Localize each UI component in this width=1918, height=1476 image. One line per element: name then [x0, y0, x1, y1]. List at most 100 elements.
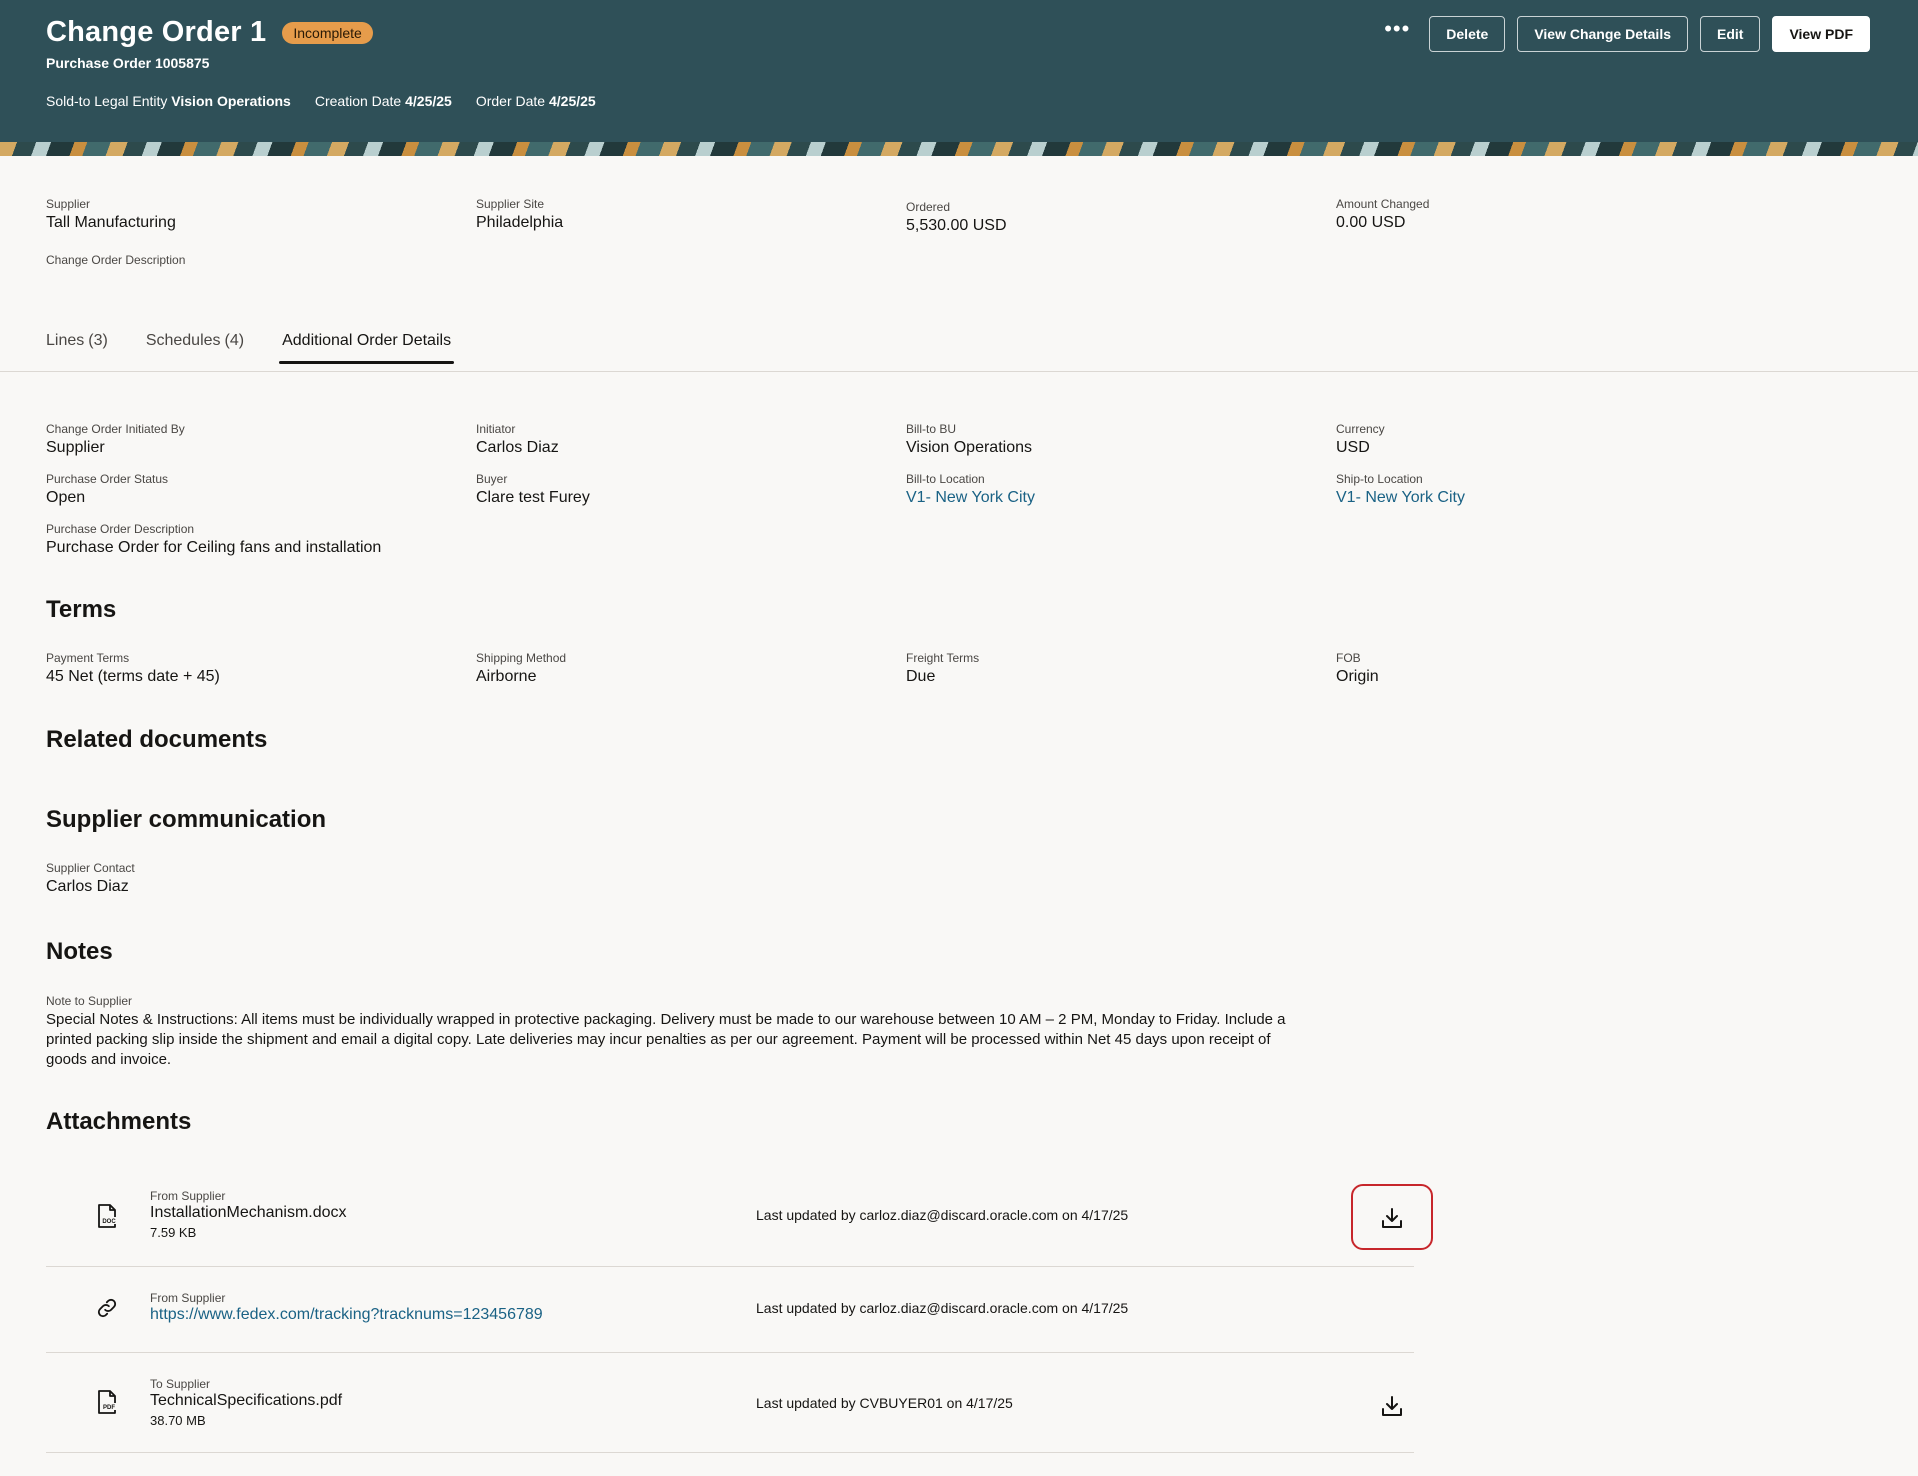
meta-label: Order Date: [475, 93, 546, 109]
field-label: FOB: [1336, 651, 1361, 665]
field-label: Payment Terms: [46, 651, 130, 665]
tab-schedules[interactable]: Schedules (4): [146, 332, 244, 360]
header-meta: Sold-to Legal Entity Vision Operations C…: [46, 93, 596, 109]
supplier-contact-field: Supplier Contact Carlos Diaz: [46, 861, 135, 897]
tab-label: Additional Order Details: [282, 332, 452, 349]
attachment-row: PDF To Supplier TechnicalSpecifications.…: [46, 1354, 1414, 1453]
meta-value: Vision Operations: [171, 93, 291, 109]
attachment-updated: Last updated by carloz.diaz@discard.orac…: [756, 1207, 1129, 1223]
ship-to-location-link[interactable]: V1- New York City: [1336, 488, 1465, 508]
field-value: Supplier: [46, 439, 105, 456]
tabs-divider: [0, 371, 1918, 372]
page-title: Change Order 1: [46, 16, 267, 48]
attachment-size: 7.59 KB: [150, 1225, 197, 1240]
attachment-updated: Last updated by CVBUYER01 on 4/17/25: [756, 1395, 1013, 1411]
tab-lines[interactable]: Lines (3): [46, 332, 108, 360]
view-pdf-button[interactable]: View PDF: [1772, 16, 1870, 52]
meta-label: Creation Date: [314, 93, 402, 109]
attachment-url-link[interactable]: https://www.fedex.com/tracking?tracknums…: [150, 1306, 543, 1324]
note-to-supplier-label: Note to Supplier: [46, 994, 133, 1008]
attachment-name: InstallationMechanism.docx: [150, 1204, 347, 1221]
attachment-row: From Supplier https://www.fedex.com/trac…: [46, 1268, 1414, 1353]
meta-legal-entity: Sold-to Legal Entity Vision Operations: [46, 93, 291, 109]
attachment-updated: Last updated by carloz.diaz@discard.orac…: [756, 1300, 1129, 1316]
tab-count: (3): [88, 332, 108, 349]
po-description-field: Purchase Order Description Purchase Orde…: [46, 522, 381, 558]
field-label: Ship-to Location: [1336, 472, 1423, 486]
delete-button[interactable]: Delete: [1429, 16, 1506, 52]
title-row: Change Order 1 Incomplete: [46, 16, 373, 49]
supplier-site-field: Supplier Site Philadelphia: [476, 197, 563, 233]
po-status-field: Purchase Order Status Open: [46, 472, 168, 508]
attachment-row: DOC From Supplier InstallationMechanism.…: [46, 1168, 1414, 1267]
related-documents-heading: Related documents: [46, 726, 268, 753]
field-label: Freight Terms: [906, 651, 980, 665]
field-value: Philadelphia: [476, 214, 564, 231]
page-header: Change Order 1 Incomplete Purchase Order…: [0, 0, 1918, 156]
currency-field: Currency USD: [1336, 422, 1385, 458]
fob-field: FOB Origin: [1336, 651, 1379, 687]
tab-bar: Lines (3) Schedules (4) Additional Order D…: [46, 332, 455, 364]
more-actions-button[interactable]: •••: [1377, 18, 1417, 49]
header-decorative-band: [0, 142, 1918, 156]
tab-label: Schedules: [145, 332, 221, 349]
attachment-source: To Supplier: [150, 1377, 211, 1391]
field-label: Purchase Order Description: [46, 522, 195, 536]
shipping-method-field: Shipping Method Airborne: [476, 651, 566, 687]
header-actions: ••• Delete View Change Details Edit View…: [1377, 16, 1870, 52]
field-value: Tall Manufacturing: [46, 214, 176, 231]
payment-terms-field: Payment Terms 45 Net (terms date + 45): [46, 651, 220, 687]
attachment-size: 38.70 MB: [150, 1413, 206, 1428]
field-value: Clare test Furey: [476, 489, 590, 506]
field-value: Purchase Order for Ceiling fans and inst…: [46, 539, 382, 556]
note-to-supplier-label-wrap: Note to Supplier: [46, 994, 132, 1008]
field-value: Origin: [1336, 668, 1379, 685]
download-button[interactable]: [1376, 1390, 1408, 1422]
download-icon: [1382, 1396, 1402, 1416]
field-label: Shipping Method: [476, 651, 567, 665]
meta-label: Sold-to Legal Entity: [46, 93, 168, 109]
field-label: Supplier Site: [476, 197, 545, 211]
field-label: Bill-to Location: [906, 472, 985, 486]
field-label: Supplier Contact: [46, 861, 135, 875]
field-label: Purchase Order Status: [46, 472, 169, 486]
bill-to-bu-field: Bill-to BU Vision Operations: [906, 422, 1032, 458]
buyer-field: Buyer Clare test Furey: [476, 472, 590, 508]
field-label: Ordered: [906, 200, 951, 214]
attachment-source: From Supplier: [150, 1291, 226, 1305]
svg-text:PDF: PDF: [103, 1405, 115, 1411]
pdf-file-icon: PDF: [98, 1390, 117, 1414]
view-change-details-button[interactable]: View Change Details: [1517, 16, 1688, 52]
download-highlight-outline: [1351, 1184, 1433, 1250]
note-to-supplier-text: Special Notes & Instructions: All items …: [46, 1011, 1286, 1068]
initiator-field: Initiator Carlos Diaz: [476, 422, 559, 458]
ship-to-location-field: Ship-to Location V1- New York City: [1336, 472, 1465, 508]
field-value: Open: [46, 489, 86, 506]
field-value: Due: [906, 668, 936, 685]
notes-heading: Notes: [46, 938, 113, 965]
field-label: Buyer: [476, 472, 508, 486]
meta-creation-date: Creation Date 4/25/25: [315, 93, 452, 109]
field-label: Change Order Description: [46, 253, 186, 267]
edit-button[interactable]: Edit: [1700, 16, 1761, 52]
field-label: Currency: [1336, 422, 1385, 436]
field-value: 0.00 USD: [1336, 214, 1406, 231]
change-order-description-field: Change Order Description: [46, 253, 185, 269]
status-badge: Incomplete: [282, 21, 373, 44]
meta-value: 4/25/25: [548, 93, 596, 109]
field-label: Bill-to BU: [906, 422, 957, 436]
field-label: Initiator: [476, 422, 516, 436]
initiated-by-field: Change Order Initiated By Supplier: [46, 422, 185, 458]
field-value: Airborne: [476, 668, 537, 685]
svg-text:DOC: DOC: [102, 1219, 116, 1225]
field-value: Carlos Diaz: [476, 439, 559, 456]
meta-order-date: Order Date 4/25/25: [476, 93, 596, 109]
supplier-communication-heading: Supplier communication: [46, 806, 327, 833]
field-value: 5,530.00 USD: [906, 217, 1007, 234]
tab-additional-order-details[interactable]: Additional Order Details: [279, 332, 455, 364]
field-label: Amount Changed: [1336, 197, 1430, 211]
doc-file-icon: DOC: [98, 1204, 117, 1228]
bill-to-location-link[interactable]: V1- New York City: [906, 488, 1035, 508]
amount-changed-field: Amount Changed 0.00 USD: [1336, 197, 1429, 233]
bill-to-location-field: Bill-to Location V1- New York City: [906, 472, 1035, 508]
